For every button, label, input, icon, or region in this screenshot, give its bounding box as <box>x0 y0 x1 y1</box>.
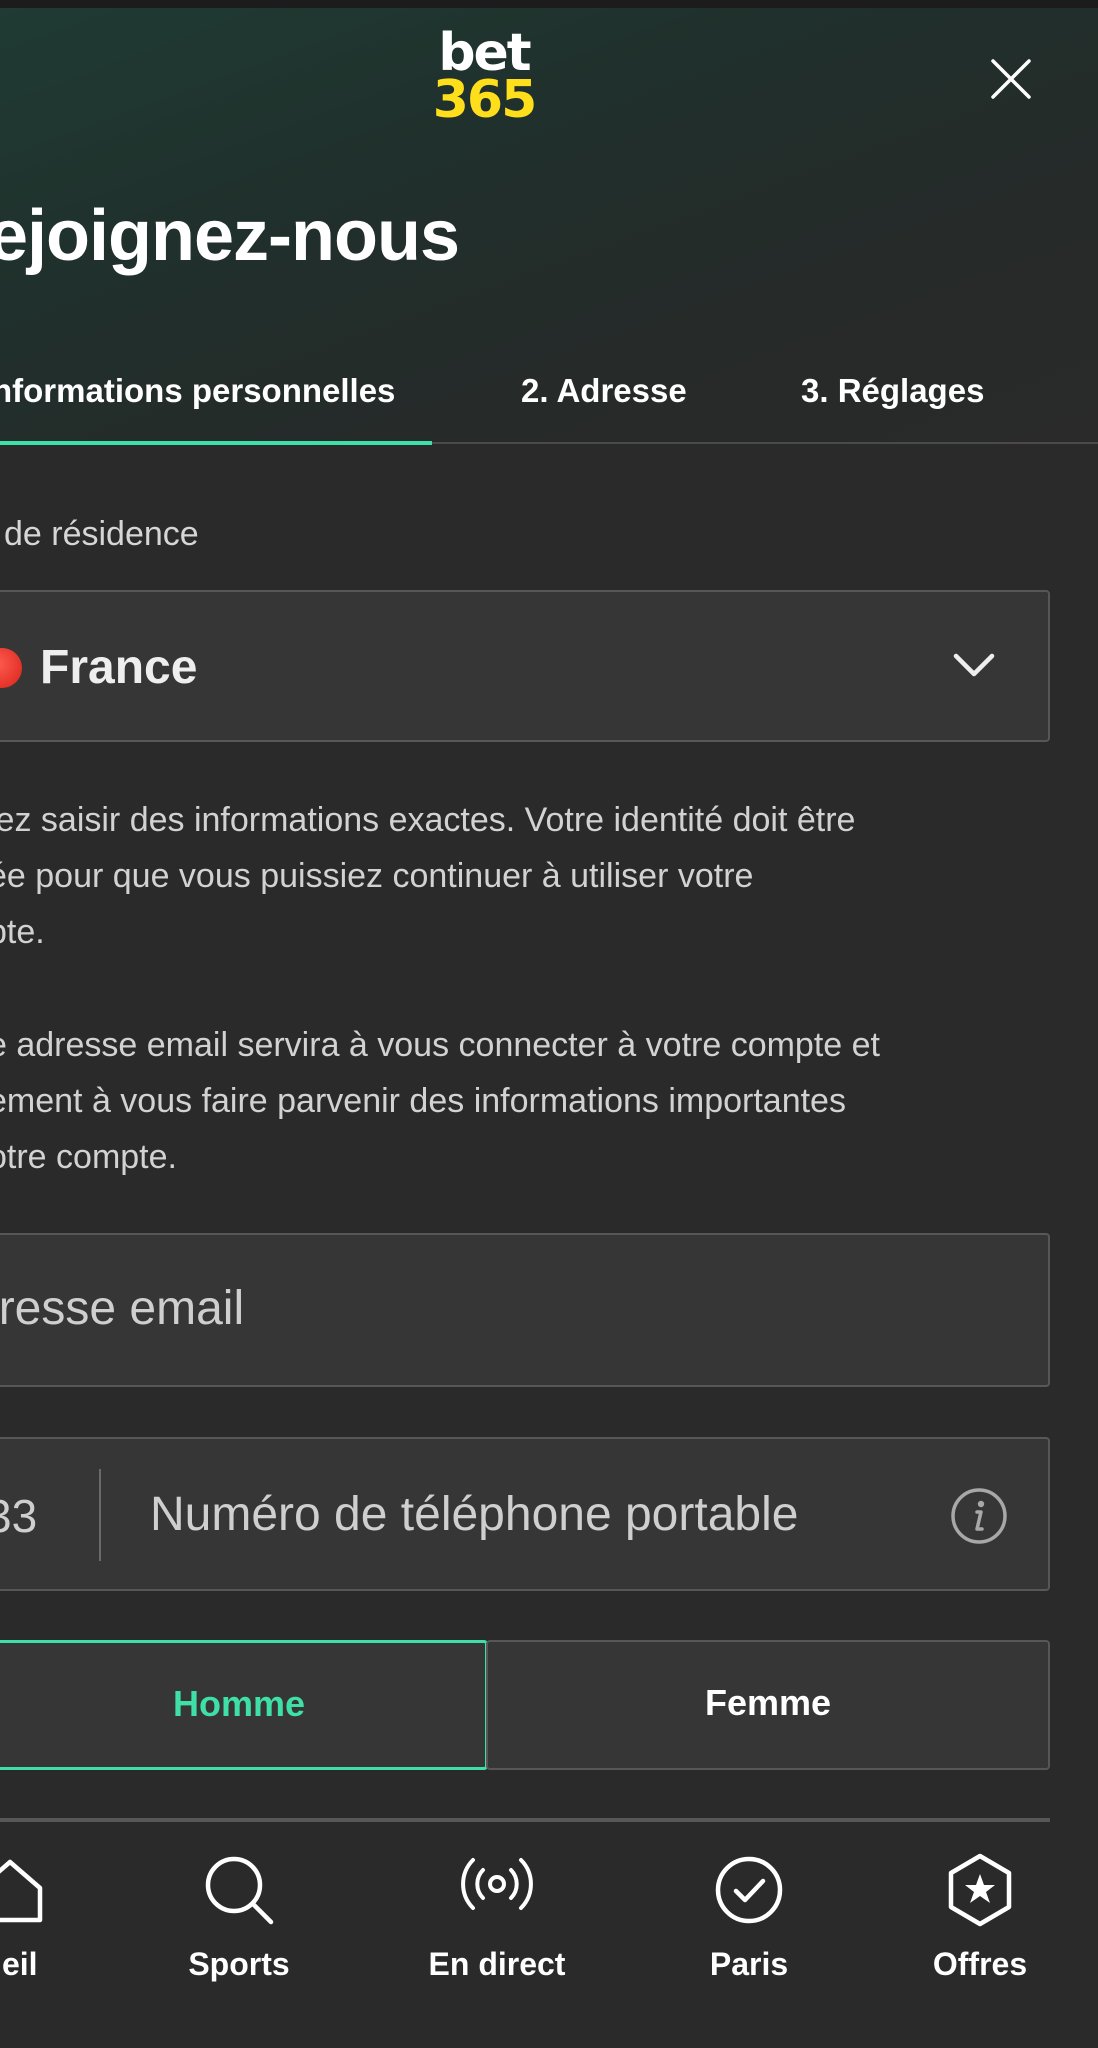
chevron-down-icon <box>953 653 995 677</box>
star-badge-icon <box>948 1853 1012 1927</box>
gender-male-label: Homme <box>172 1683 306 1724</box>
nav-home-label: ueil <box>0 1946 38 1982</box>
identity-info-line: ée pour que vous puissiez continuer à ut… <box>0 857 754 895</box>
identity-info-text: lez saisir des informations exactes. Vot… <box>0 792 1058 960</box>
phone-divider <box>99 1469 101 1561</box>
nav-bets-label: Paris <box>709 1946 789 1982</box>
step-tabs: nformations personnelles 2. Adresse 3. R… <box>0 360 1098 444</box>
home-icon <box>0 1859 43 1923</box>
email-field[interactable]: dresse email <box>0 1233 1050 1387</box>
email-info-line: ement à vous faire parvenir des informat… <box>0 1082 846 1120</box>
flag-icon <box>0 648 22 688</box>
nav-live-label: En direct <box>428 1946 566 1982</box>
nav-offers-label: Offres <box>932 1946 1028 1982</box>
phone-field[interactable]: 33 Numéro de téléphone portable <box>0 1437 1050 1591</box>
gender-male-button[interactable]: Homme <box>0 1640 488 1770</box>
email-info-line: otre compte. <box>0 1138 177 1176</box>
country-value: France <box>40 641 198 694</box>
email-info-text: e adresse email servira à vous connecter… <box>0 1017 1058 1185</box>
identity-info-line: lez saisir des informations exactes. Vot… <box>0 801 856 839</box>
email-info-line: e adresse email servira à vous connecter… <box>0 1026 880 1064</box>
active-tab-indicator <box>0 441 432 445</box>
gender-female-label: Femme <box>704 1682 832 1723</box>
nav-sports[interactable]: Sports <box>139 1852 339 1983</box>
live-broadcast-icon <box>461 1858 533 1910</box>
nav-home[interactable]: ueil <box>0 1852 110 1983</box>
tab-personal-info[interactable]: nformations personnelles <box>0 372 395 410</box>
nav-bets[interactable]: Paris <box>649 1852 849 1983</box>
bottom-nav: ueil Sports En direct Paris <box>0 1822 1098 2048</box>
gender-female-button[interactable]: Femme <box>486 1640 1050 1770</box>
info-icon[interactable] <box>950 1487 1008 1545</box>
check-circle-icon <box>715 1856 783 1924</box>
nav-offers[interactable]: Offres <box>880 1852 1080 1983</box>
country-select[interactable]: France <box>0 590 1050 742</box>
email-placeholder: dresse email <box>0 1282 245 1335</box>
registration-page: bet 365 ejoignez-nous nformations person… <box>0 0 1098 2048</box>
identity-info-line: pte. <box>0 913 45 951</box>
nav-sports-label: Sports <box>188 1946 290 1982</box>
phone-placeholder: Numéro de téléphone portable <box>150 1488 799 1541</box>
residence-label: de résidence <box>4 515 199 553</box>
status-strip <box>0 0 1098 8</box>
tab-settings[interactable]: 3. Réglages <box>801 372 984 410</box>
search-icon <box>205 1856 274 1925</box>
tab-address[interactable]: 2. Adresse <box>521 372 687 410</box>
page-title: ejoignez-nous <box>0 196 460 276</box>
phone-prefix[interactable]: 33 <box>0 1489 37 1543</box>
close-button[interactable] <box>990 58 1032 100</box>
close-icon <box>991 59 1031 99</box>
bet365-logo: bet 365 <box>432 23 538 130</box>
nav-live[interactable]: En direct <box>397 1852 597 1983</box>
